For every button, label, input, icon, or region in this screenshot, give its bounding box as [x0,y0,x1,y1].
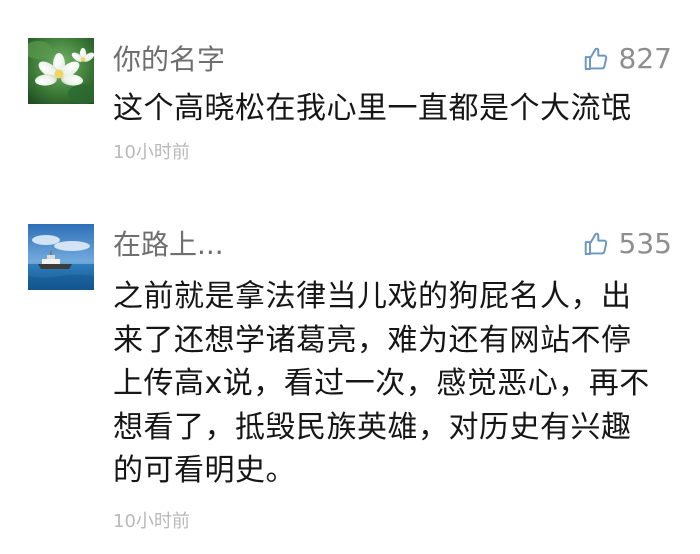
username[interactable]: 在路上... [113,228,224,262]
avatar[interactable] [28,38,94,104]
comment-item: 你的名字 827 这个高晓松在我心里一直都是个大流氓 10小时前 [0,0,700,200]
ship-at-sea-image [28,224,94,290]
comment-text: 之前就是拿法律当儿戏的狗屁名人，出 来了还想学诸葛亮，难为还有网站不停 上传高x… [113,279,650,488]
thumbs-up-icon [584,47,607,70]
comment-time: 10小时前 [113,142,190,163]
like-count: 827 [618,42,672,75]
like-button[interactable]: 827 [583,42,672,76]
like-count: 535 [618,227,672,260]
username[interactable]: 你的名字 [113,43,225,77]
avatar[interactable] [28,224,94,290]
comment-item: 在路上... 535 之前就是拿法律当儿戏的狗屁名人，出 来了还想学诸葛亮，难为… [0,200,700,554]
like-button[interactable]: 535 [583,227,672,261]
lotus-flower-image [28,38,94,104]
comment-time: 10小时前 [113,511,190,532]
comment-text: 这个高晓松在我心里一直都是个大流氓 [113,91,632,126]
thumbs-up-icon [584,232,607,255]
